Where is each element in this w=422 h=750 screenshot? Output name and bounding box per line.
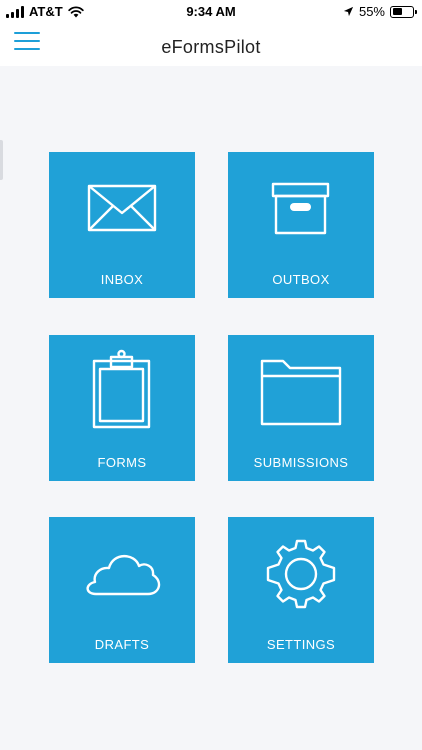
location-arrow-icon bbox=[343, 6, 354, 17]
settings-label: SETTINGS bbox=[266, 637, 336, 652]
folder-icon bbox=[260, 359, 342, 426]
forms-tile[interactable]: FORMS bbox=[49, 335, 195, 481]
archive-box-icon bbox=[271, 182, 330, 235]
envelope-icon bbox=[87, 184, 157, 232]
battery-icon bbox=[390, 5, 417, 18]
page-title: eFormsPilot bbox=[161, 37, 261, 57]
side-drawer-handle[interactable] bbox=[0, 140, 3, 180]
forms-label: FORMS bbox=[97, 455, 147, 470]
inbox-tile[interactable]: INBOX bbox=[49, 152, 195, 298]
battery-percent: 55% bbox=[358, 4, 385, 19]
settings-tile[interactable]: SETTINGS bbox=[228, 517, 374, 663]
submissions-label: SUBMISSIONS bbox=[253, 455, 349, 470]
gear-icon bbox=[266, 539, 336, 609]
outbox-label: OUTBOX bbox=[272, 272, 330, 287]
status-bar-right: 55% bbox=[343, 4, 417, 19]
status-bar: AT&T 9:34 AM 55% bbox=[0, 0, 422, 24]
cloud-icon bbox=[86, 554, 161, 596]
inbox-label: INBOX bbox=[100, 272, 144, 287]
clipboard-icon bbox=[92, 349, 151, 429]
nav-bar: eFormsPilot bbox=[0, 24, 422, 66]
battery-level-fill bbox=[392, 8, 403, 15]
battery-cap bbox=[415, 9, 417, 14]
drafts-tile[interactable]: DRAFTS bbox=[49, 517, 195, 663]
submissions-tile[interactable]: SUBMISSIONS bbox=[228, 335, 374, 481]
outbox-tile[interactable]: OUTBOX bbox=[228, 152, 374, 298]
drafts-label: DRAFTS bbox=[94, 637, 150, 652]
